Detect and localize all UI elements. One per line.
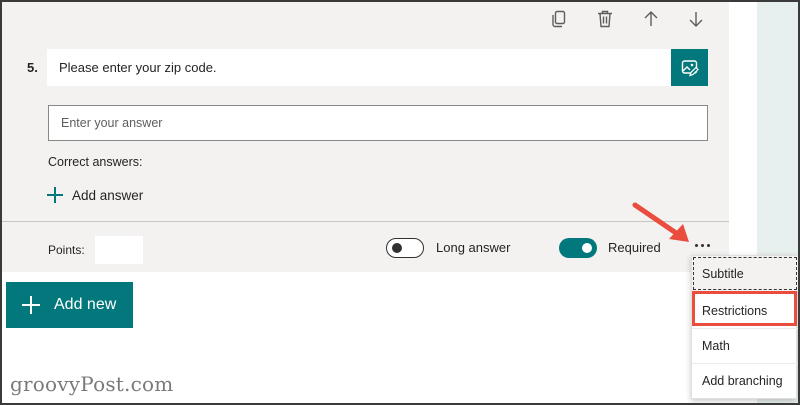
- arrow-up-icon[interactable]: [640, 8, 662, 30]
- question-number: 5.: [27, 60, 38, 75]
- annotation-arrow-icon: [632, 202, 689, 242]
- divider: [2, 221, 729, 222]
- arrow-down-icon[interactable]: [685, 8, 707, 30]
- menu-item-math[interactable]: Math: [692, 328, 798, 363]
- menu-item-add-branching[interactable]: Add branching: [692, 363, 798, 398]
- plus-icon: [22, 296, 40, 314]
- answer-input[interactable]: [48, 105, 708, 141]
- correct-answers-label: Correct answers:: [48, 155, 143, 169]
- image-edit-icon: [681, 59, 699, 76]
- watermark: groovyPost.com: [10, 372, 174, 396]
- toggle-knob: [392, 242, 402, 253]
- copy-icon[interactable]: [548, 8, 570, 30]
- question-card: 5. Please enter your zip code. Correct a…: [2, 2, 729, 272]
- required-toggle[interactable]: [559, 238, 597, 258]
- question-title-text: Please enter your zip code.: [59, 60, 217, 75]
- points-input[interactable]: [95, 236, 143, 264]
- long-answer-toggle[interactable]: [386, 238, 424, 258]
- menu-item-subtitle[interactable]: Subtitle: [692, 256, 798, 291]
- add-new-label: Add new: [54, 296, 117, 313]
- trash-icon[interactable]: [594, 8, 616, 30]
- plus-icon: [46, 186, 64, 204]
- annotation-highlight-box: [692, 291, 797, 326]
- add-answer-button[interactable]: Add answer: [46, 186, 143, 204]
- forms-editor-window: 5. Please enter your zip code. Correct a…: [0, 0, 800, 405]
- points-label: Points:: [48, 243, 85, 257]
- more-options-menu: Subtitle Restrictions Math Add branching: [691, 255, 798, 399]
- add-answer-label: Add answer: [72, 187, 144, 203]
- add-new-button[interactable]: Add new: [6, 282, 133, 328]
- question-title-field[interactable]: Please enter your zip code.: [47, 49, 671, 86]
- long-answer-label: Long answer: [436, 240, 511, 255]
- toggle-knob: [582, 243, 592, 253]
- insert-media-button[interactable]: [671, 49, 708, 86]
